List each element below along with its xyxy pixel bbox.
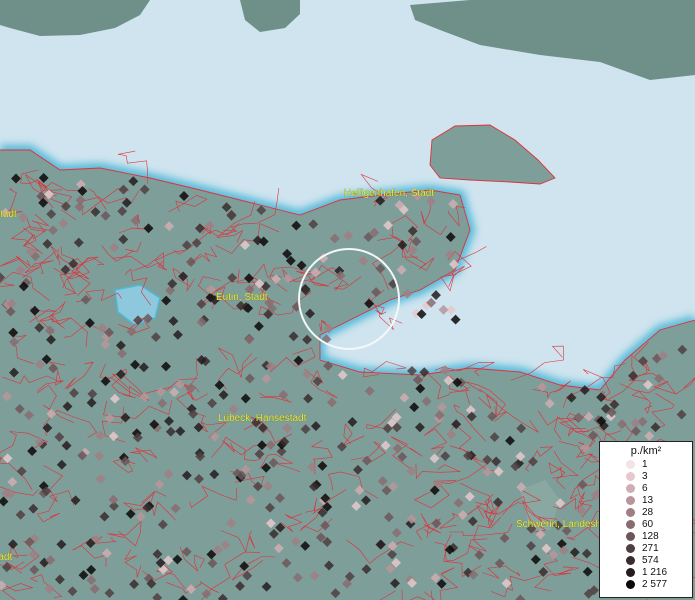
legend-label: 28 — [642, 506, 654, 518]
legend-label: 1 — [642, 458, 648, 470]
legend-swatch — [626, 507, 635, 517]
place-label-heiligenhafen: Heiligenhafen, Stadt — [344, 188, 434, 199]
legend-class: 6 — [600, 482, 692, 494]
legend-swatch — [626, 471, 635, 481]
legend-class: 28 — [600, 506, 692, 518]
legend-label: 13 — [642, 494, 654, 506]
legend-class: 271 — [600, 542, 692, 554]
legend-class: 60 — [600, 518, 692, 530]
place-label-kiel: Kiel, Landeshauptstadt — [0, 209, 17, 220]
legend-class: 13 — [600, 494, 692, 506]
legend-swatch — [626, 483, 635, 493]
legend-swatch — [626, 459, 635, 469]
legend-label: 574 — [642, 554, 659, 566]
legend-swatch — [626, 531, 635, 541]
legend-label: 3 — [642, 470, 648, 482]
legend-swatch — [626, 519, 635, 529]
legend-title: p./km² — [630, 445, 662, 457]
legend-class: 1 216 — [600, 566, 692, 578]
legend-swatch — [626, 543, 635, 553]
legend-class: 2 577 — [600, 578, 692, 590]
legend-class: 574 — [600, 554, 692, 566]
density-legend: p./km² 1 3 6 13 28 60 128 271 574 1 216 2 577 — [599, 441, 693, 598]
legend-label: 60 — [642, 518, 654, 530]
place-label-rostock: Rostock, Hansestadt — [0, 552, 12, 563]
legend-classes: 1 3 6 13 28 60 128 271 574 1 216 2 577 — [600, 458, 692, 590]
place-label-luebeck: Lübeck, Hansestadt — [218, 413, 307, 424]
legend-label: 2 577 — [642, 578, 668, 590]
legend-swatch — [626, 567, 635, 577]
place-label-eutin: Eutin, Stadt — [216, 292, 268, 303]
legend-swatch — [626, 579, 635, 589]
legend-swatch — [626, 495, 635, 505]
legend-class: 1 — [600, 458, 692, 470]
legend-label: 6 — [642, 482, 648, 494]
legend-label: 1 216 — [642, 566, 668, 578]
legend-label: 128 — [642, 530, 659, 542]
population-density-map[interactable]: Heiligenhafen, Stadt Eutin, Stadt Lübeck… — [0, 0, 695, 600]
legend-label: 271 — [642, 542, 659, 554]
legend-class: 128 — [600, 530, 692, 542]
legend-class: 3 — [600, 470, 692, 482]
legend-swatch — [626, 555, 635, 565]
